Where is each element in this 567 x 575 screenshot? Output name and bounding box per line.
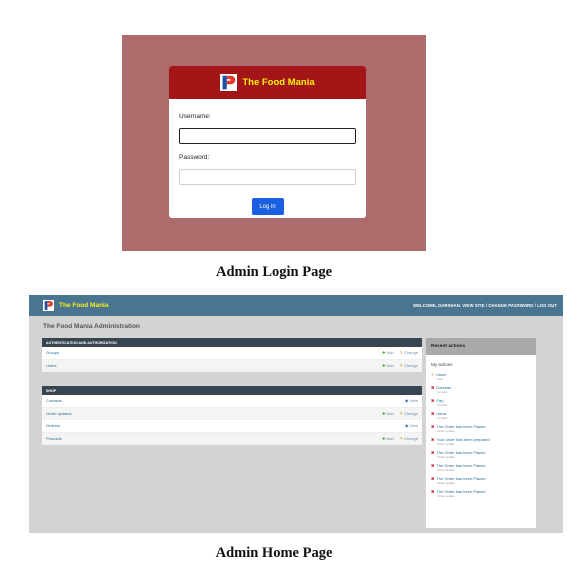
my-actions-title: My actions bbox=[431, 362, 453, 367]
recent-action-item: ✎ harsh User bbox=[426, 371, 536, 384]
x-icon: ✖ bbox=[431, 411, 435, 416]
table-row: Users ✚ Add ✎ Change bbox=[42, 359, 422, 372]
add-label: Add bbox=[386, 410, 394, 416]
recent-action-item: ✖ Darshan Contact bbox=[426, 384, 536, 397]
eye-icon: ◉ bbox=[404, 398, 409, 404]
view-link[interactable]: ◉ View bbox=[405, 423, 418, 428]
add-label: Add bbox=[386, 362, 394, 368]
recent-action-item: ✖ The Order has been Placed Order update bbox=[426, 462, 536, 475]
recent-actions-title: Recent actions bbox=[426, 338, 536, 355]
x-icon: ✖ bbox=[431, 424, 435, 429]
plus-icon: ✚ bbox=[382, 350, 386, 356]
table-row: Groups ✚ Add ✎ Change bbox=[42, 347, 422, 360]
admin-header: The Food Mania WELCOME, DARSHAN. VIEW SI… bbox=[29, 295, 563, 316]
table-row: Contacts ◉ View bbox=[42, 395, 422, 408]
recent-actions-list: ✎ harsh User ✖ Darshan Contact ✖ Parj Contact ✖ ni… bbox=[426, 371, 536, 501]
page-title: The Food Mania Administration bbox=[43, 323, 140, 330]
module-auth: AUTHENTICATION AND AUTHORIZATION Groups … bbox=[42, 338, 422, 372]
brand-logo-icon bbox=[220, 74, 238, 91]
x-icon: ✖ bbox=[431, 385, 435, 390]
table-row: Order updates ✚ Add ✎ Change bbox=[42, 407, 422, 420]
recent-action-type: Contact bbox=[437, 416, 448, 420]
recent-action-item: ✖ The Order has been Placed Order update bbox=[426, 423, 536, 436]
recent-action-type: User bbox=[437, 377, 444, 381]
model-link-products[interactable]: Products bbox=[46, 436, 376, 441]
password-input[interactable] bbox=[179, 169, 356, 185]
add-label: Add bbox=[386, 435, 394, 441]
module-header: SHOP bbox=[42, 386, 422, 395]
add-link[interactable]: ✚ Add bbox=[382, 436, 393, 441]
username-label: Username: bbox=[179, 113, 211, 120]
change-link[interactable]: ✎ Change bbox=[400, 411, 418, 416]
model-link-users[interactable]: Users bbox=[46, 363, 376, 368]
model-link-order-updates[interactable]: Order updates bbox=[46, 411, 376, 416]
admin-brand-title[interactable]: The Food Mania bbox=[59, 302, 108, 309]
x-icon: ✖ bbox=[431, 398, 435, 403]
module-shop: SHOP Contacts ◉ View Order updates ✚ Add ✎… bbox=[42, 386, 422, 445]
add-link[interactable]: ✚ Add bbox=[382, 350, 393, 355]
change-label: Change bbox=[403, 410, 418, 416]
recent-action-item: ✖ The Order has been Placed Order update bbox=[426, 488, 536, 501]
pencil-icon: ✎ bbox=[399, 362, 403, 368]
table-row: Products ✚ Add ✎ Change bbox=[42, 432, 422, 445]
recent-action-type: Contact bbox=[437, 403, 448, 407]
change-link[interactable]: ✎ Change bbox=[400, 350, 418, 355]
model-link-orderss[interactable]: Orderss bbox=[46, 423, 399, 428]
recent-action-item: ✖ The Order has been Placed Order update bbox=[426, 449, 536, 462]
recent-action-item: ✖ Parj Contact bbox=[426, 397, 536, 410]
recent-actions-panel: Recent actions My actions ✎ harsh User ✖ Dar… bbox=[426, 338, 536, 528]
admin-home-screenshot: The Food Mania WELCOME, DARSHAN. VIEW SI… bbox=[29, 295, 563, 533]
recent-action-type: Order update bbox=[437, 429, 455, 433]
change-link[interactable]: ✎ Change bbox=[400, 363, 418, 368]
recent-action-type: Order update bbox=[437, 481, 455, 485]
x-icon: ✖ bbox=[431, 476, 435, 481]
table-row: Orderss ◉ View bbox=[42, 420, 422, 433]
module-header: AUTHENTICATION AND AUTHORIZATION bbox=[42, 338, 422, 347]
recent-action-item: ✖ nisha Contact bbox=[426, 410, 536, 423]
recent-action-item: ✖ Your order has been prepared Order updat… bbox=[426, 436, 536, 449]
login-header: The Food Mania bbox=[169, 66, 366, 99]
recent-action-type: Order update bbox=[437, 494, 455, 498]
plus-icon: ✚ bbox=[382, 410, 386, 416]
login-card: The Food Mania Username: Password: Log i… bbox=[169, 66, 366, 218]
recent-action-type: Contact bbox=[437, 390, 448, 394]
change-label: Change bbox=[403, 362, 418, 368]
login-brand-title: The Food Mania bbox=[242, 77, 315, 88]
add-link[interactable]: ✚ Add bbox=[382, 411, 393, 416]
user-tools[interactable]: WELCOME, DARSHAN. VIEW SITE / CHANGE PAS… bbox=[413, 303, 557, 308]
login-button[interactable]: Log in bbox=[251, 198, 284, 215]
eye-icon: ◉ bbox=[404, 423, 409, 429]
recent-action-type: Order update bbox=[437, 442, 455, 446]
view-label: View bbox=[409, 423, 418, 429]
change-label: Change bbox=[403, 350, 418, 356]
plus-icon: ✚ bbox=[382, 435, 386, 441]
plus-icon: ✚ bbox=[382, 362, 386, 368]
model-link-contacts[interactable]: Contacts bbox=[46, 398, 399, 403]
add-label: Add bbox=[386, 350, 394, 356]
pencil-icon: ✎ bbox=[399, 435, 403, 441]
pencil-icon: ✎ bbox=[399, 410, 403, 416]
x-icon: ✖ bbox=[431, 437, 435, 442]
brand-logo-icon bbox=[43, 300, 54, 311]
recent-action-item: ✖ The Order has been Placed Order update bbox=[426, 475, 536, 488]
login-form: Username: Password: Log in bbox=[169, 99, 366, 215]
x-icon: ✖ bbox=[431, 463, 435, 468]
view-link[interactable]: ◉ View bbox=[405, 398, 418, 403]
view-label: View bbox=[409, 398, 418, 404]
recent-action-type: Order update bbox=[437, 455, 455, 459]
x-icon: ✖ bbox=[431, 489, 435, 494]
recent-action-type: Order update bbox=[437, 468, 455, 472]
password-label: Password: bbox=[179, 154, 210, 161]
x-icon: ✖ bbox=[431, 450, 435, 455]
login-caption: Admin Login Page bbox=[215, 264, 332, 280]
pencil-icon: ✎ bbox=[431, 372, 435, 377]
username-input[interactable] bbox=[179, 128, 356, 144]
pencil-icon: ✎ bbox=[399, 350, 403, 356]
home-caption: Admin Home Page bbox=[215, 545, 333, 561]
add-link[interactable]: ✚ Add bbox=[382, 363, 393, 368]
model-link-groups[interactable]: Groups bbox=[46, 350, 376, 355]
change-link[interactable]: ✎ Change bbox=[400, 436, 418, 441]
change-label: Change bbox=[403, 435, 418, 441]
